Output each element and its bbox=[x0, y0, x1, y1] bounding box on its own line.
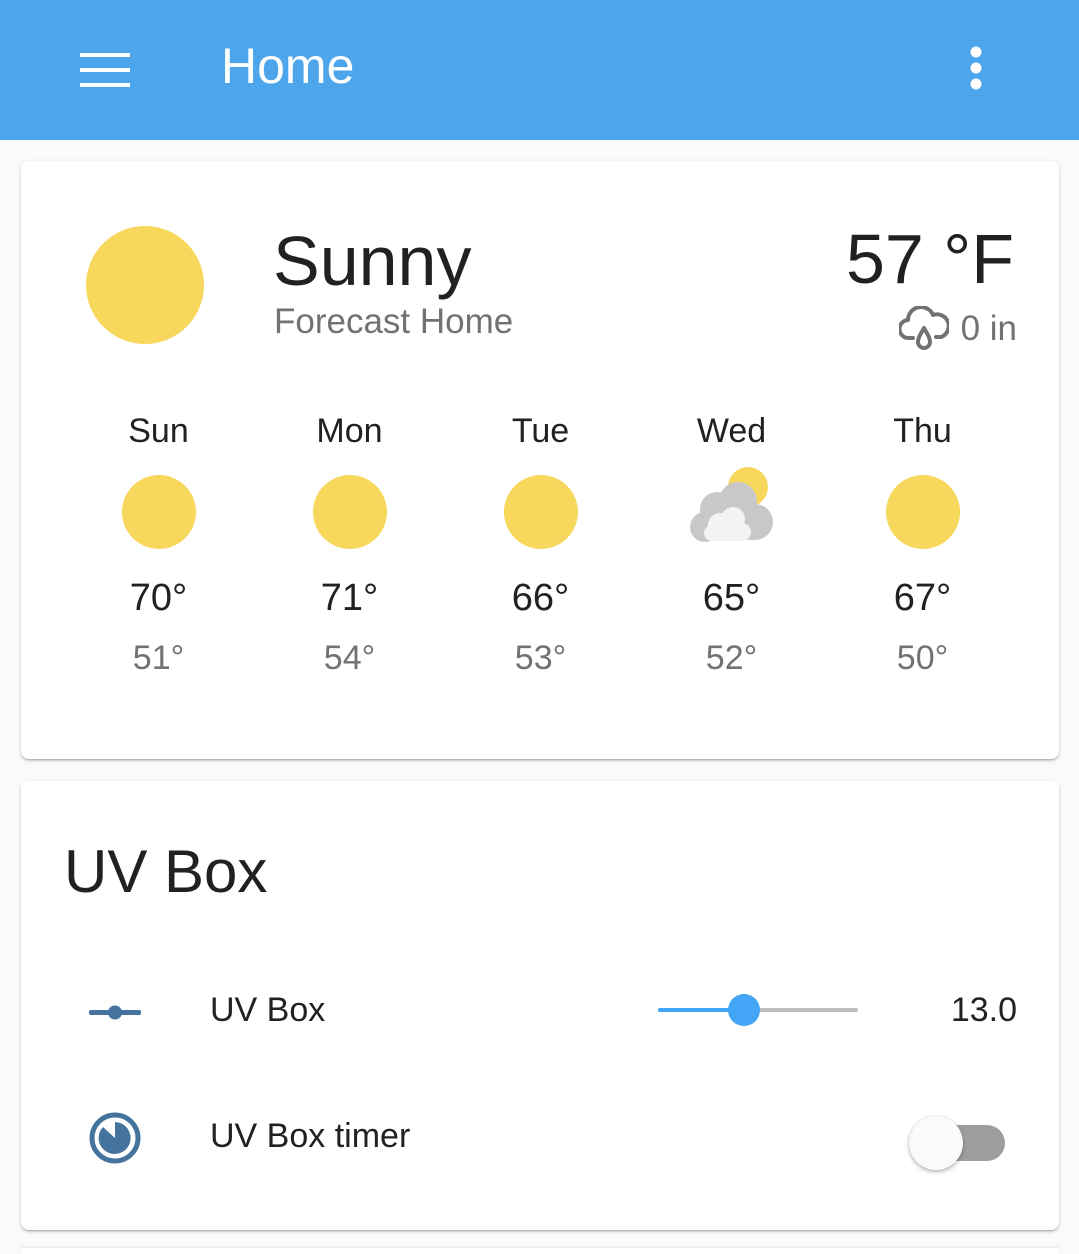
toggle-knob bbox=[909, 1116, 963, 1170]
slider-knob[interactable] bbox=[728, 994, 760, 1026]
precipitation: 0 in bbox=[898, 306, 1017, 351]
partly-cloudy-icon bbox=[687, 467, 777, 557]
weather-forecast-card[interactable]: Sunny Forecast Home 57 °F 0 in Sun 70° 5… bbox=[21, 161, 1059, 759]
forecast-name: Forecast Home bbox=[274, 302, 514, 341]
forecast-day: Wed 65° 52° bbox=[636, 411, 827, 711]
forecast-high: 66° bbox=[511, 577, 570, 619]
forecast-day-name: Sun bbox=[128, 412, 189, 450]
precipitation-value: 0 in bbox=[960, 309, 1017, 348]
current-temperature: 57 °F bbox=[845, 220, 1014, 298]
timer-icon bbox=[89, 1112, 141, 1164]
uv-box-value: 13.0 bbox=[950, 991, 1017, 1029]
forecast-day: Thu 67° 50° bbox=[827, 411, 1018, 711]
forecast-high: 67° bbox=[893, 577, 952, 619]
forecast-high: 71° bbox=[320, 577, 379, 619]
weather-condition: Sunny bbox=[273, 222, 472, 300]
forecast-day-name: Thu bbox=[893, 412, 952, 450]
page-title: Home bbox=[221, 38, 355, 94]
card-title: UV Box bbox=[64, 838, 268, 905]
sun-icon bbox=[496, 467, 586, 557]
forecast-high: 70° bbox=[129, 577, 188, 619]
forecast-day: Sun 70° 51° bbox=[63, 411, 254, 711]
slider-icon bbox=[89, 1005, 141, 1020]
forecast-low: 54° bbox=[323, 639, 376, 677]
forecast-day: Mon 71° 54° bbox=[254, 411, 445, 711]
menu-button[interactable] bbox=[60, 25, 150, 115]
uv-box-slider[interactable] bbox=[649, 990, 867, 1030]
sun-icon bbox=[305, 467, 395, 557]
forecast-day-name: Mon bbox=[316, 412, 383, 450]
sun-icon bbox=[114, 467, 204, 557]
sun-icon bbox=[86, 226, 204, 344]
uv-box-timer-label: UV Box timer bbox=[210, 1117, 411, 1155]
forecast-low: 53° bbox=[514, 639, 567, 677]
forecast-day: Tue 66° 53° bbox=[445, 411, 636, 711]
daily-forecast: Sun 70° 51° Mon 71° 54° Tue 66° 53° Wed bbox=[63, 411, 1018, 711]
forecast-day-name: Wed bbox=[696, 412, 767, 450]
forecast-low: 50° bbox=[896, 639, 949, 677]
uv-box-card: UV Box UV Box 13.0 UV Box timer bbox=[21, 781, 1059, 1230]
more-vertical-icon bbox=[970, 46, 982, 90]
forecast-day-name: Tue bbox=[511, 412, 570, 450]
next-card-edge bbox=[21, 1248, 1059, 1254]
rain-cloud-icon bbox=[898, 306, 949, 350]
forecast-low: 51° bbox=[132, 639, 185, 677]
uv-box-label: UV Box bbox=[210, 991, 326, 1029]
forecast-high: 65° bbox=[702, 577, 761, 619]
uv-box-timer-row: UV Box timer bbox=[21, 1086, 1059, 1186]
forecast-low: 52° bbox=[705, 639, 758, 677]
overflow-menu-button[interactable] bbox=[940, 26, 1012, 110]
app-header: Home bbox=[0, 0, 1079, 140]
uv-box-timer-toggle[interactable] bbox=[905, 1112, 1009, 1170]
menu-icon bbox=[80, 53, 130, 87]
uv-box-slider-row: UV Box 13.0 bbox=[21, 960, 1059, 1060]
sun-icon bbox=[878, 467, 968, 557]
